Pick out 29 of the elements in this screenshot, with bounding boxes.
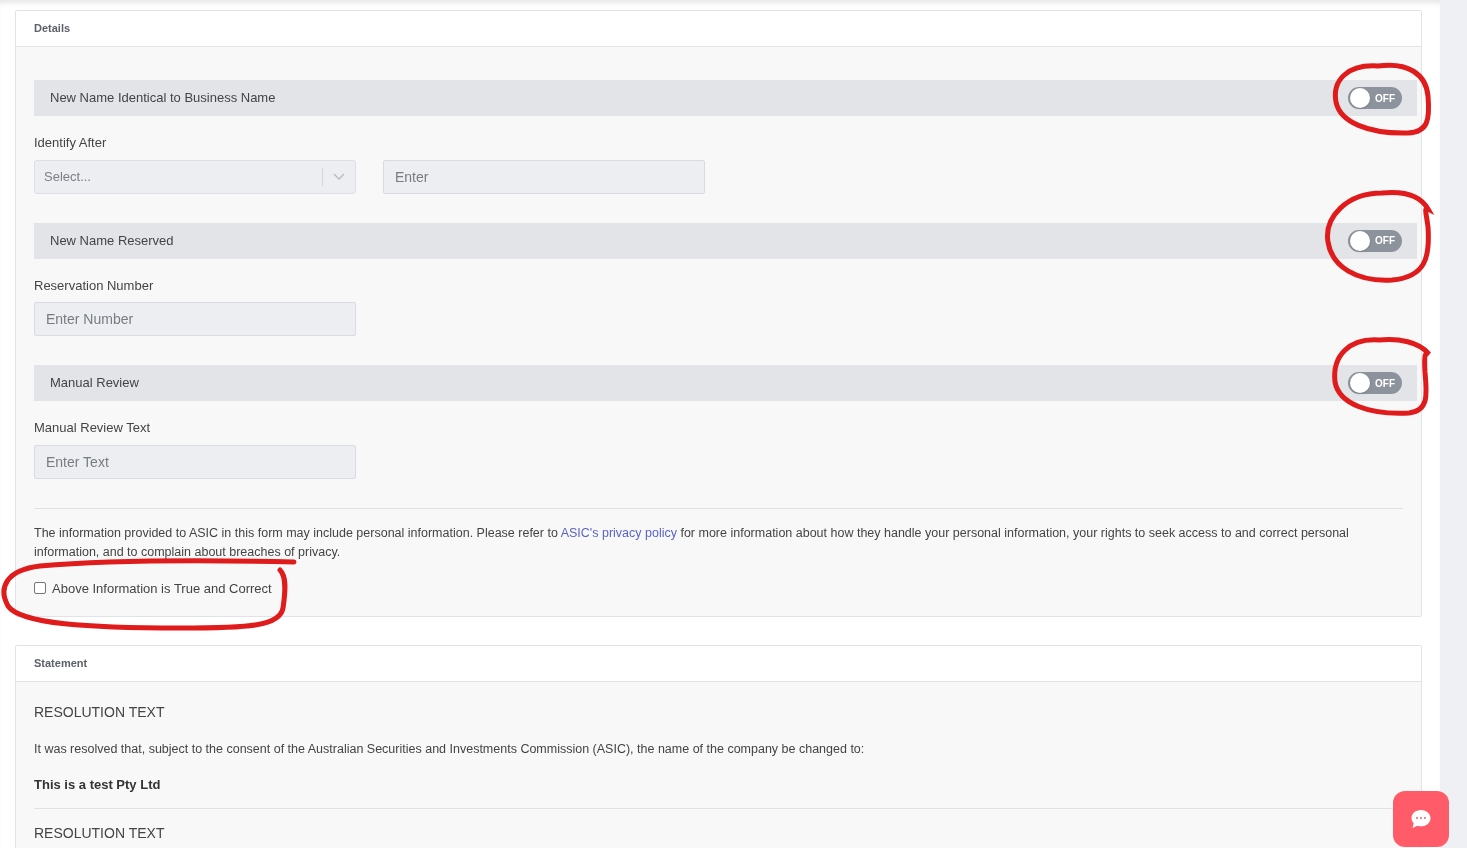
field-label: Identify After	[34, 134, 108, 152]
toggle-state-text: OFF	[1374, 376, 1396, 391]
toggle-switch[interactable]: OFF	[1348, 229, 1402, 252]
chat-bubble-icon	[1410, 809, 1432, 829]
privacy-notice: The information provided to ASIC in this form may include personal information. Please refer to ASIC's privacy policy for more information about how they handle your personal information, your rights to seek access to and correct personal information, and to complain about breaches of privacy.	[34, 524, 1350, 561]
toggle-label: New Name Identical to Business Name	[50, 89, 276, 108]
select-field[interactable]: Select...	[34, 159, 356, 194]
input-field[interactable]: Enter Text	[34, 444, 356, 479]
toggle-state-text: OFF	[1374, 234, 1396, 248]
section-heading: RESOLUTION TEXT	[34, 824, 166, 844]
input-field[interactable]: Enter	[383, 159, 705, 194]
privacy-policy-link[interactable]: ASIC's privacy policy	[560, 525, 677, 540]
toggle-label: Manual Review	[50, 374, 139, 393]
card-title: Details	[34, 21, 71, 37]
chevron-down-icon	[333, 172, 345, 181]
toggle-state-text: OFF	[1374, 91, 1396, 106]
checkbox-label: Above Information is True and Correct	[52, 579, 272, 598]
checkbox[interactable]	[34, 582, 46, 595]
card-title: Statement	[34, 656, 88, 672]
resolution-text: It was resolved that, subject to the consent of the Australian Securities and Investments Commission (ASIC), the name of the company be changed to:	[34, 741, 866, 758]
chat-button[interactable]	[1393, 791, 1449, 847]
toggle-label: New Name Reserved	[50, 231, 174, 250]
field-label: Manual Review Text	[34, 419, 152, 437]
toggle-switch[interactable]: OFF	[1348, 372, 1402, 394]
toggle-switch[interactable]: OFF	[1348, 87, 1402, 109]
section-heading: RESOLUTION TEXT	[34, 703, 166, 722]
input-field[interactable]: Enter Number	[34, 302, 356, 336]
company-name: This is a test Pty Ltd	[34, 775, 162, 794]
field-label: Reservation Number	[34, 276, 155, 295]
